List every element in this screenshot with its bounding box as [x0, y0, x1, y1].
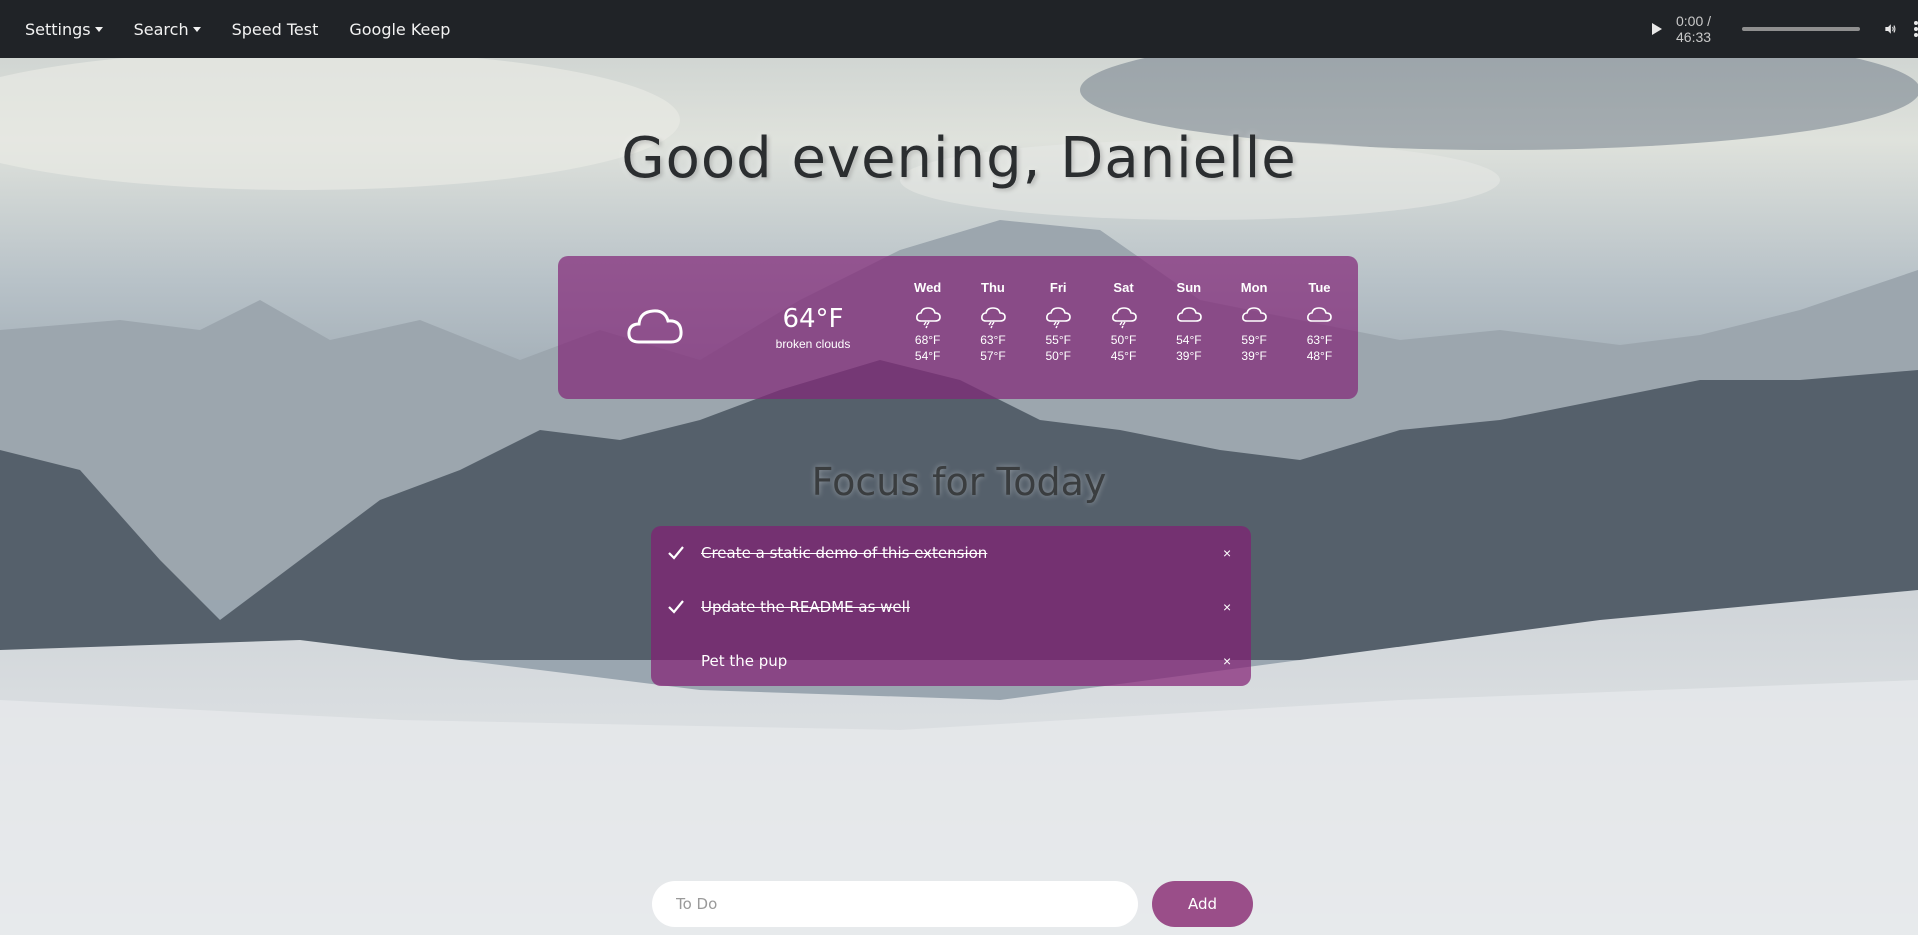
settings-label: Settings [25, 19, 91, 39]
current-temperature: 64°F [782, 304, 844, 334]
audio-progress-bar[interactable] [1742, 27, 1860, 31]
forecast-low: 48°F [1306, 349, 1333, 363]
forecast-low: 45°F [1110, 349, 1137, 363]
forecast-day-name: Wed [914, 280, 942, 295]
search-label: Search [133, 19, 189, 39]
todo-item[interactable]: Create a static demo of this extension × [651, 538, 1251, 568]
forecast-day-name: Thu [981, 280, 1005, 295]
todo-input[interactable] [652, 881, 1138, 927]
forecast-high: 55°F [1045, 333, 1071, 347]
forecast-day-name: Tue [1308, 280, 1331, 295]
focus-title: Focus for Today [811, 460, 1107, 504]
volume-icon[interactable] [1884, 20, 1896, 38]
cloud-icon [1221, 302, 1286, 332]
forecast-row: Wed 68°F 54°F Thu 63°F 57°F Fri 55°F 50°F Sat 50°F… [895, 280, 1352, 364]
todo-item[interactable]: Pet the pup × [651, 646, 1251, 676]
forecast-low: 54°F [914, 349, 941, 363]
weather-panel: 64°F broken clouds Wed 68°F 54°F Thu 63°F 57°… [558, 256, 1358, 399]
forecast-high: 63°F [980, 333, 1006, 347]
forecast-day: Fri 55°F 50°F [1026, 280, 1091, 364]
forecast-low: 57°F [980, 349, 1006, 363]
top-navbar: Settings Search Speed Test Google Keep 0… [0, 0, 1918, 58]
nav-menu: Settings Search Speed Test Google Keep [0, 20, 481, 39]
todo-list: Create a static demo of this extension × U… [651, 526, 1251, 686]
todo-item[interactable]: Update the README as well × [651, 592, 1251, 622]
todo-text: Update the README as well [701, 598, 910, 616]
current-condition: broken clouds [775, 337, 851, 351]
remove-todo-button[interactable]: × [1223, 545, 1231, 561]
forecast-high: 68°F [914, 333, 941, 347]
forecast-day-name: Fri [1049, 280, 1067, 295]
audio-player: 0:00 / 46:33 [1518, 0, 1918, 58]
forecast-high: 50°F [1110, 333, 1137, 347]
settings-dropdown[interactable]: Settings [25, 20, 103, 39]
rain-cloud-icon [1091, 302, 1156, 332]
forecast-day-name: Sat [1113, 280, 1134, 295]
more-options-icon[interactable] [1914, 21, 1918, 37]
forecast-day: Sun 54°F 39°F [1156, 280, 1221, 364]
greeting-title: Good evening, Danielle [621, 126, 1297, 191]
chevron-down-icon [192, 26, 201, 32]
forecast-low: 50°F [1045, 349, 1071, 363]
forecast-day: Wed 68°F 54°F [895, 280, 960, 364]
forecast-low: 39°F [1176, 349, 1202, 363]
forecast-day: Thu 63°F 57°F [960, 280, 1025, 364]
forecast-low: 39°F [1241, 349, 1267, 363]
forecast-high: 63°F [1306, 333, 1333, 347]
todo-text: Create a static demo of this extension [701, 544, 988, 562]
chevron-down-icon [94, 26, 103, 32]
rain-cloud-icon [1026, 302, 1091, 332]
cloud-icon [1287, 302, 1352, 332]
rain-cloud-icon [960, 302, 1025, 332]
remove-todo-button[interactable]: × [1223, 599, 1231, 615]
remove-todo-button[interactable]: × [1223, 653, 1231, 669]
forecast-day-name: Sun [1176, 280, 1202, 295]
forecast-high: 59°F [1241, 333, 1267, 347]
forecast-day-name: Mon [1240, 280, 1268, 295]
rain-cloud-icon [895, 302, 960, 332]
add-button[interactable]: Add [1152, 881, 1253, 927]
forecast-day: Mon 59°F 39°F [1221, 280, 1286, 364]
search-dropdown[interactable]: Search [134, 20, 201, 39]
audio-time: 0:00 / 46:33 [1676, 13, 1712, 45]
forecast-high: 54°F [1176, 333, 1202, 347]
forecast-day: Sat 50°F 45°F [1091, 280, 1156, 364]
cloud-icon [627, 309, 683, 344]
forecast-day: Tue 63°F 48°F [1287, 280, 1352, 364]
speed-test-link[interactable]: Speed Test [232, 20, 319, 39]
play-icon[interactable] [1652, 23, 1662, 35]
todo-text: Pet the pup [701, 652, 788, 670]
cloud-icon [1156, 302, 1221, 332]
checkmark-icon[interactable] [667, 598, 685, 616]
checkmark-icon[interactable] [667, 544, 685, 562]
google-keep-link[interactable]: Google Keep [349, 20, 450, 39]
